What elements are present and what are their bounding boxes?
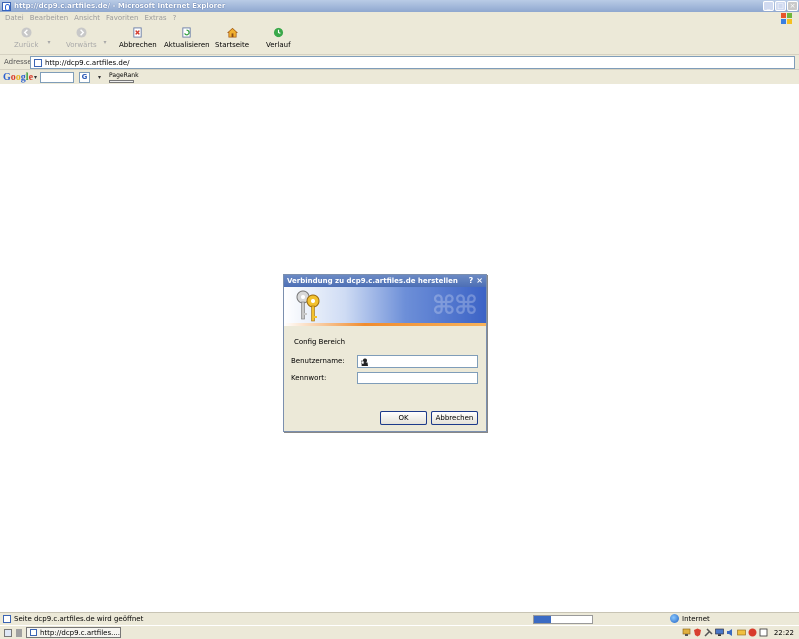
dialog-banner: ⌘⌘ [284, 287, 486, 326]
username-label: Benutzername: [291, 357, 345, 365]
monitor-icon[interactable] [715, 628, 724, 637]
close-button[interactable]: × [787, 1, 798, 11]
clock: 22:22 [773, 628, 794, 637]
stop-label: Abbrechen [119, 41, 157, 49]
taskbar-button-ie[interactable]: http://dcp9.c.artfiles.... [26, 627, 121, 638]
address-bar: Adresse http://dcp9.c.artfiles.de/ [0, 55, 799, 70]
minimize-button[interactable]: _ [763, 1, 774, 11]
ok-button[interactable]: OK [380, 411, 427, 425]
forward-arrow-icon [76, 27, 87, 38]
banner-stripe [284, 323, 486, 326]
network-icon[interactable] [682, 628, 691, 637]
system-tray: 22:22 [682, 627, 799, 638]
menu-view[interactable]: Ansicht [74, 14, 100, 22]
login-dialog: Verbindung zu dcp9.c.artfiles.de herstel… [283, 274, 487, 432]
window-title-bar[interactable]: http://dcp9.c.artfiles.de/ - Microsoft I… [0, 0, 799, 12]
pagerank-meter[interactable]: PageRank [109, 72, 139, 83]
back-button[interactable]: Zurück [14, 27, 38, 49]
address-value: http://dcp9.c.artfiles.de/ [45, 58, 130, 67]
keys-icon [296, 290, 320, 322]
dialog-title: Verbindung zu dcp9.c.artfiles.de herstel… [287, 277, 458, 285]
google-logo[interactable]: Google [3, 72, 33, 83]
realm-text: Config Bereich [294, 338, 346, 346]
pagerank-label: PageRank [109, 71, 139, 79]
volume-icon[interactable] [726, 628, 735, 637]
menu-bar: Datei Bearbeiten Ansicht Favoriten Extra… [0, 12, 799, 24]
history-icon [273, 27, 283, 38]
status-page-icon [3, 615, 11, 623]
globe-icon [670, 614, 679, 623]
zone-label: Internet [682, 614, 710, 623]
ie-icon [2, 1, 11, 11]
quicklaunch-icon[interactable] [16, 628, 22, 637]
antivirus-icon[interactable] [748, 628, 757, 637]
password-label: Kennwort: [291, 374, 327, 382]
mail-icon[interactable] [737, 628, 746, 637]
forward-label: Vorwärts [66, 41, 97, 49]
home-button[interactable]: Startseite [215, 27, 249, 49]
menu-favorites[interactable]: Favoriten [106, 14, 138, 22]
status-text: Seite dcp9.c.artfiles.de wird geöffnet [14, 615, 144, 623]
dialog-help-button[interactable]: ? [469, 276, 474, 285]
cancel-button[interactable]: Abbrechen [431, 411, 478, 425]
window-title: http://dcp9.c.artfiles.de/ - Microsoft I… [14, 2, 226, 10]
google-menu-dropdown[interactable]: ▾ [34, 74, 37, 81]
google-search-button[interactable]: G [79, 71, 91, 83]
stop-button[interactable]: Abbrechen [119, 27, 157, 49]
back-label: Zurück [14, 41, 39, 49]
windows-logo-icon [781, 13, 793, 24]
refresh-label: Aktualisieren [164, 41, 210, 49]
taskbar: http://dcp9.c.artfiles.... 22:22 [0, 625, 799, 639]
menu-tools[interactable]: Extras [144, 14, 166, 22]
google-toolbar: Google ▾ G ▾ PageRank [0, 70, 799, 84]
google-search-dropdown[interactable]: ▾ [98, 74, 101, 81]
dialog-close-button[interactable]: × [476, 276, 483, 285]
stop-icon [133, 27, 142, 38]
menu-help[interactable]: ? [173, 14, 177, 22]
maximize-button[interactable]: □ [775, 1, 786, 11]
username-field[interactable] [357, 355, 478, 368]
banner-watermark: ⌘⌘ [431, 291, 478, 321]
back-arrow-icon [21, 27, 32, 38]
task-label: http://dcp9.c.artfiles.... [39, 628, 120, 637]
dialog-title-buttons: ? × [469, 276, 483, 285]
status-bar: Seite dcp9.c.artfiles.de wird geöffnet I… [0, 612, 799, 625]
page-icon [34, 58, 42, 67]
show-desktop-icon[interactable] [4, 628, 12, 637]
pagerank-bar [109, 79, 135, 83]
user-icon [361, 358, 368, 366]
address-label: Adresse [4, 58, 32, 66]
refresh-button[interactable]: Aktualisieren [164, 27, 210, 49]
tools-icon[interactable] [704, 628, 713, 637]
menu-edit[interactable]: Bearbeiten [30, 14, 68, 22]
toolbar: Zurück ▾ Vorwärts ▾ Abbrechen Aktualisie… [0, 24, 799, 55]
home-label: Startseite [215, 41, 250, 49]
security-zone[interactable]: Internet [670, 614, 710, 623]
address-input[interactable]: http://dcp9.c.artfiles.de/ [30, 56, 795, 69]
forward-dropdown-icon: ▾ [103, 39, 107, 46]
back-dropdown-icon: ▾ [47, 39, 51, 46]
refresh-icon [182, 27, 191, 38]
google-search-input[interactable] [40, 71, 75, 83]
wireless-icon[interactable] [759, 628, 768, 637]
shield-icon[interactable] [693, 628, 702, 637]
progress-fill [534, 616, 552, 623]
menu-file[interactable]: Datei [5, 14, 24, 22]
history-button[interactable]: Verlauf [266, 27, 291, 49]
ie-task-icon [30, 629, 37, 636]
dialog-title-bar[interactable]: Verbindung zu dcp9.c.artfiles.de herstel… [284, 275, 486, 287]
forward-button[interactable]: Vorwärts [66, 27, 97, 49]
history-label: Verlauf [266, 41, 291, 49]
progress-bar [533, 615, 593, 624]
password-field[interactable] [357, 372, 478, 384]
window-controls: _ □ × [763, 1, 798, 11]
home-icon [226, 27, 238, 38]
